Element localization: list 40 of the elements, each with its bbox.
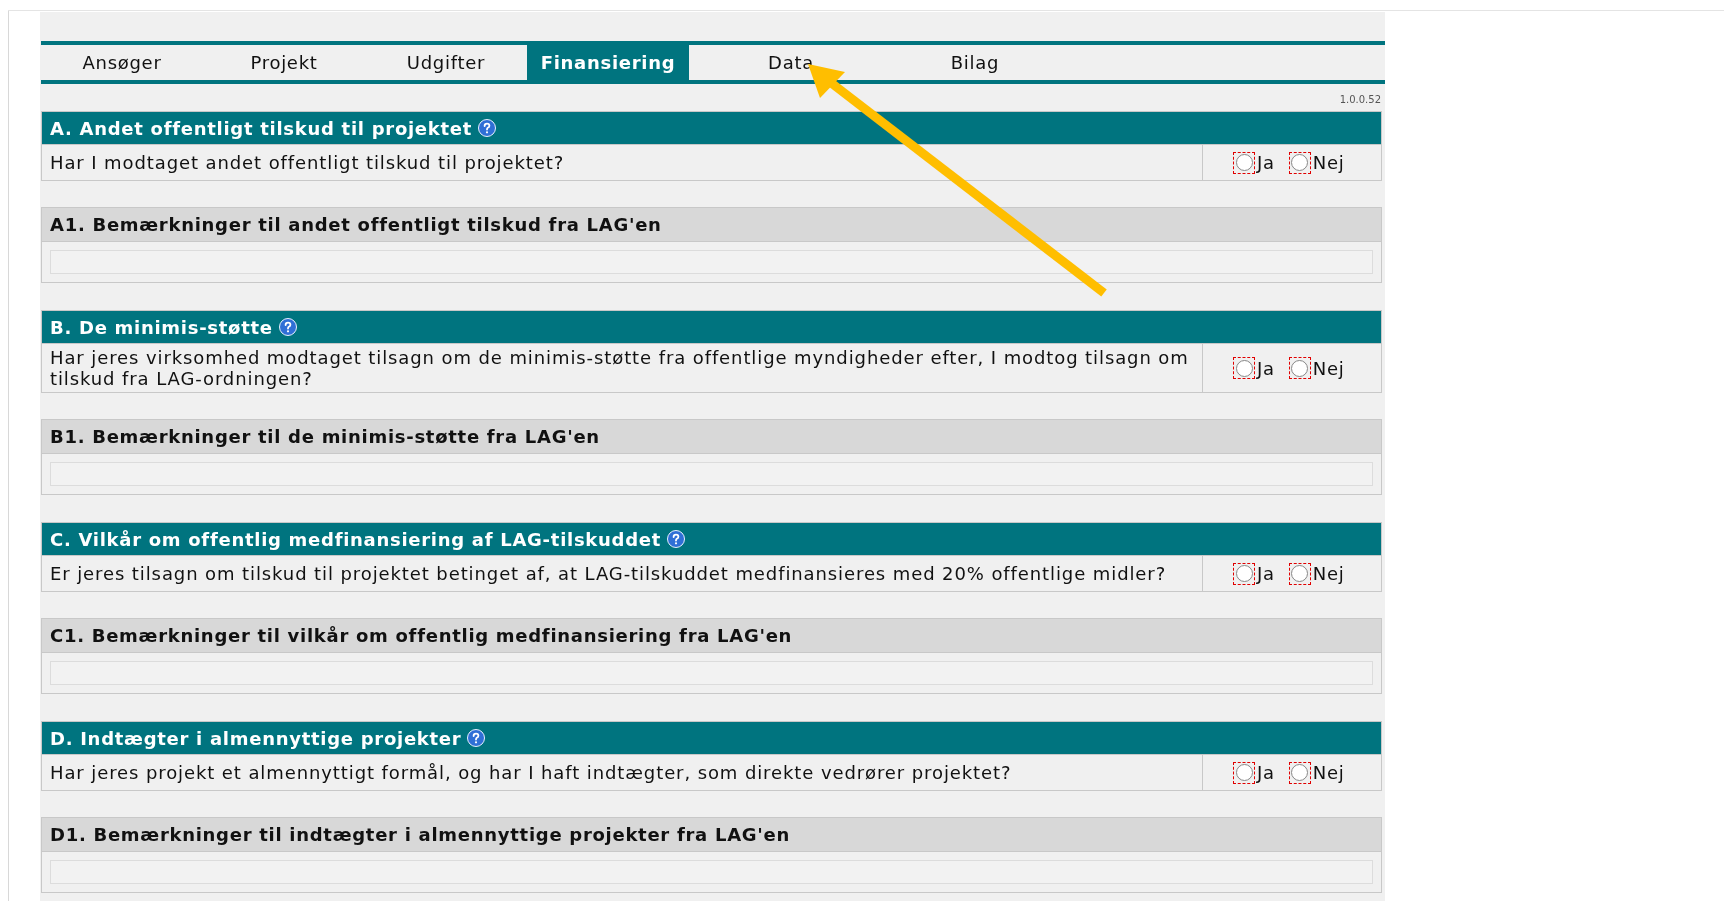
remarks-field[interactable]	[50, 250, 1373, 274]
radio-option[interactable]: Ja	[1233, 560, 1275, 587]
radio-button[interactable]	[1288, 761, 1311, 784]
radio-option[interactable]: Ja	[1233, 759, 1275, 786]
section-title: B. De minimis-støtte	[50, 315, 273, 340]
radio-option[interactable]: Ja	[1233, 354, 1275, 382]
remarks-title: B1. Bemærkninger til de minimis-støtte fra LAG'en	[50, 425, 600, 449]
tab[interactable]: Udgifter	[365, 45, 527, 80]
tab[interactable]: Ansøger	[41, 45, 203, 80]
remarks-title: A1. Bemærkninger til andet offentligt tilskud fra LAG'en	[50, 213, 662, 237]
tab[interactable]: Projekt	[203, 45, 365, 80]
help-icon[interactable]	[478, 119, 497, 137]
radio-button[interactable]	[1233, 562, 1255, 585]
question-text: Er jeres tilsagn om tilskud til projektet betinget af, at LAG-tilskuddet medfinansieres med 20% offentlige midler?	[50, 563, 1167, 584]
radio-button[interactable]	[1233, 357, 1255, 379]
remarks-title: C1. Bemærkninger til vilkår om offentlig medfinansiering fra LAG'en	[50, 624, 793, 648]
question-text: Har jeres virksomhed modtaget tilsagn om de minimis-støtte fra offentlige myndigheder efter, I modtog tilsagn om tilskud fra LAG-ordningen?	[50, 347, 1190, 389]
help-icon[interactable]	[667, 530, 686, 548]
tab[interactable]: Data	[689, 45, 893, 80]
radio-button[interactable]	[1288, 562, 1311, 585]
radio-option[interactable]: Nej	[1288, 149, 1345, 176]
radio-option[interactable]: Nej	[1288, 560, 1345, 587]
radio-button[interactable]	[1233, 151, 1255, 174]
remarks-title: D1. Bemærkninger til indtægter i almennyttige projekter fra LAG'en	[50, 823, 790, 847]
radio-option[interactable]: Nej	[1288, 759, 1345, 786]
radio-button[interactable]	[1288, 151, 1311, 174]
tab[interactable]: Finansiering	[527, 45, 689, 80]
radio-button[interactable]	[1233, 761, 1255, 784]
section-title: C. Vilkår om offentlig medfinansiering af LAG-tilskuddet	[50, 527, 662, 552]
radio-option[interactable]: Ja	[1233, 149, 1275, 176]
tab[interactable]: Bilag	[893, 45, 1057, 80]
radio-button[interactable]	[1288, 357, 1311, 379]
help-icon[interactable]	[278, 318, 297, 336]
question-text: Har jeres projekt et almennyttigt formål, og har I haft indtægter, som direkte vedrører projektet?	[50, 762, 1012, 783]
section-title: D. Indtægter i almennyttige projekter	[50, 726, 462, 751]
section-title: A. Andet offentligt tilskud til projektet	[50, 116, 473, 141]
help-icon[interactable]	[467, 729, 486, 747]
question-text: Har I modtaget andet offentligt tilskud til projektet?	[50, 152, 565, 173]
radio-option[interactable]: Nej	[1288, 354, 1345, 382]
version-label: 1.0.0.52	[1339, 93, 1381, 107]
